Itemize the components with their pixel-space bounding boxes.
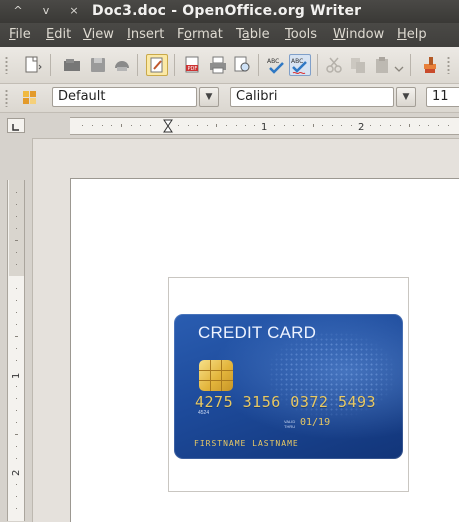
paragraph-style-dropdown[interactable]: ▼	[199, 87, 219, 107]
menu-table[interactable]: Table	[236, 27, 270, 42]
card-title: CREDIT CARD	[198, 323, 317, 342]
print-preview-icon[interactable]	[232, 55, 252, 75]
menu-file[interactable]: File	[9, 27, 31, 42]
autospellcheck-icon[interactable]: ABC	[289, 54, 311, 76]
menu-help[interactable]: Help	[397, 27, 427, 42]
menu-edit[interactable]: Edit	[46, 27, 71, 42]
font-size-input[interactable]: 11	[426, 87, 459, 107]
chevron-down-icon[interactable]	[394, 59, 404, 72]
menu-insert[interactable]: Insert	[127, 27, 164, 42]
menu-window[interactable]: Window	[333, 27, 384, 42]
toolbar-separator	[258, 54, 259, 76]
valid-thru-label: VALID THRU	[284, 419, 296, 429]
card-expiry: 01/19	[300, 417, 331, 428]
toolbar-grip[interactable]	[5, 56, 8, 74]
ruler-label: 2	[358, 122, 364, 133]
maximize-button[interactable]: v	[38, 3, 54, 19]
cut-icon[interactable]	[324, 55, 344, 75]
edit-file-icon[interactable]	[146, 54, 168, 76]
save-icon[interactable]	[88, 55, 108, 75]
tab-stop-selector[interactable]	[7, 118, 25, 133]
open-icon[interactable]	[62, 55, 82, 75]
menu-bar: File Edit View Insert Format Table Tools…	[0, 23, 459, 47]
new-document-icon[interactable]	[22, 55, 42, 75]
card-small-number: 4524	[198, 410, 210, 416]
card-number: 4275 3156 0372 5493	[195, 393, 377, 411]
toolbar-separator	[317, 54, 318, 76]
vertical-ruler[interactable]: 1 2	[7, 180, 25, 521]
svg-text:ABC: ABC	[291, 58, 303, 65]
ruler-label: 1	[261, 122, 267, 133]
menu-view[interactable]: View	[83, 27, 114, 42]
title-bar: ^ v × Doc3.doc - OpenOffice.org Writer	[0, 0, 459, 23]
toolbar-separator	[137, 54, 138, 76]
svg-text:ABC: ABC	[267, 58, 279, 65]
export-pdf-icon[interactable]: PDF	[182, 55, 202, 75]
credit-card-image[interactable]: CREDIT CARD 4275 3156 0372 5493 4524 VAL…	[174, 314, 403, 459]
copy-icon[interactable]	[348, 55, 368, 75]
menu-format[interactable]: Format	[177, 27, 223, 42]
spellcheck-icon[interactable]: ABC	[266, 55, 286, 75]
close-button[interactable]: ×	[66, 3, 82, 19]
paragraph-style-input[interactable]: Default	[52, 87, 197, 107]
print-icon[interactable]	[208, 55, 228, 75]
indent-marker-icon[interactable]	[163, 119, 173, 133]
font-name-input[interactable]: Calibri	[230, 87, 394, 107]
minimize-button[interactable]: ^	[10, 3, 26, 19]
ruler-area: 1 2	[0, 113, 459, 138]
formatting-toolbar: Default ▼ Calibri ▼ 11	[0, 84, 459, 113]
cardholder-name: FIRSTNAME LASTNAME	[194, 439, 299, 448]
paste-icon[interactable]	[372, 55, 392, 75]
format-paintbrush-icon[interactable]	[420, 55, 440, 75]
email-icon[interactable]	[112, 55, 132, 75]
toolbar-grip[interactable]	[447, 56, 450, 74]
ruler-label: 2	[11, 470, 22, 476]
window-title: Doc3.doc - OpenOffice.org Writer	[92, 3, 362, 19]
svg-text:PDF: PDF	[188, 66, 198, 72]
toolbar-separator	[50, 54, 51, 76]
chip-icon	[199, 360, 233, 391]
toolbar-separator	[410, 54, 411, 76]
font-name-dropdown[interactable]: ▼	[396, 87, 416, 107]
menu-tools[interactable]: Tools	[285, 27, 317, 42]
standard-toolbar: PDF ABC ABC	[0, 47, 459, 84]
styles-and-formatting-icon[interactable]	[20, 88, 40, 108]
ruler-label: 1	[11, 373, 22, 379]
horizontal-ruler[interactable]: 1 2	[70, 117, 459, 135]
toolbar-grip[interactable]	[5, 89, 8, 107]
toolbar-separator	[174, 54, 175, 76]
